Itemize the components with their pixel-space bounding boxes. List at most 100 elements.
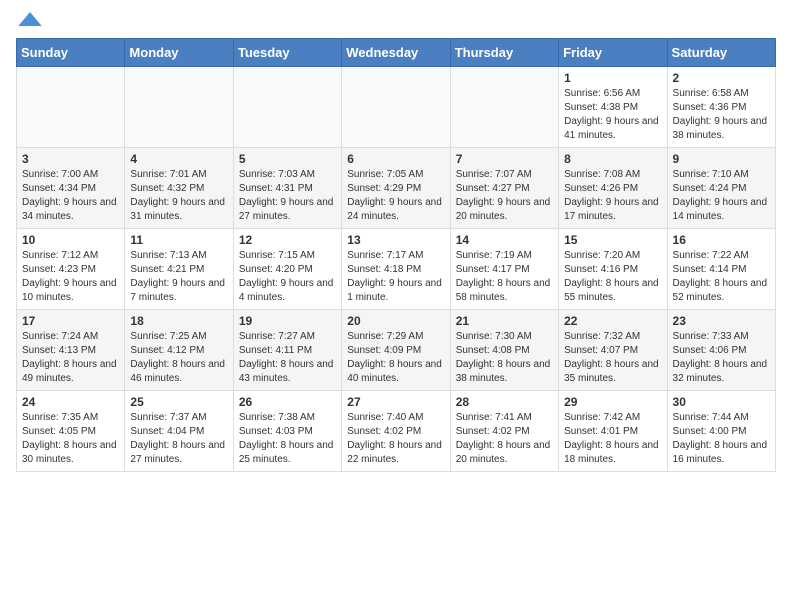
calendar-week-row: 10Sunrise: 7:12 AM Sunset: 4:23 PM Dayli…	[17, 229, 776, 310]
day-info: Sunrise: 6:56 AM Sunset: 4:38 PM Dayligh…	[564, 87, 661, 143]
calendar-week-row: 1 Sunrise: 6:56 AM Sunset: 4:38 PM Daylig…	[17, 67, 776, 148]
day-info: Sunrise: 7:10 AM Sunset: 4:24 PM Dayligh…	[673, 168, 770, 224]
day-info: Sunrise: 7:27 AM Sunset: 4:11 PM Dayligh…	[239, 330, 336, 386]
day-number: 19	[239, 314, 336, 328]
day-number: 5	[239, 152, 336, 166]
day-info: Sunrise: 7:25 AM Sunset: 4:12 PM Dayligh…	[130, 330, 227, 386]
calendar-cell: 26 Sunrise: 7:38 AM Sunset: 4:03 PM Dayli…	[233, 391, 341, 472]
logo-arrow-icon	[18, 12, 42, 26]
calendar-cell	[125, 67, 233, 148]
calendar-cell: 30Sunrise: 7:44 AM Sunset: 4:00 PM Dayli…	[667, 391, 775, 472]
calendar-cell: 25 Sunrise: 7:37 AM Sunset: 4:04 PM Dayli…	[125, 391, 233, 472]
day-info: Sunrise: 7:29 AM Sunset: 4:09 PM Dayligh…	[347, 330, 444, 386]
day-number: 4	[130, 152, 227, 166]
day-number: 29	[564, 395, 661, 409]
calendar-cell: 17Sunrise: 7:24 AM Sunset: 4:13 PM Dayli…	[17, 310, 125, 391]
day-number: 30	[673, 395, 770, 409]
calendar-cell: 11Sunrise: 7:13 AM Sunset: 4:21 PM Dayli…	[125, 229, 233, 310]
calendar-cell: 3 Sunrise: 7:00 AM Sunset: 4:34 PM Daylig…	[17, 148, 125, 229]
calendar-cell: 19 Sunrise: 7:27 AM Sunset: 4:11 PM Dayli…	[233, 310, 341, 391]
day-info: Sunrise: 7:42 AM Sunset: 4:01 PM Dayligh…	[564, 411, 661, 467]
day-info: Sunrise: 7:08 AM Sunset: 4:26 PM Dayligh…	[564, 168, 661, 224]
day-of-week-header: Tuesday	[233, 39, 341, 67]
logo	[16, 16, 42, 26]
calendar-cell: 21 Sunrise: 7:30 AM Sunset: 4:08 PM Dayli…	[450, 310, 558, 391]
calendar-cell: 29 Sunrise: 7:42 AM Sunset: 4:01 PM Dayli…	[559, 391, 667, 472]
day-number: 21	[456, 314, 553, 328]
calendar-cell	[450, 67, 558, 148]
calendar-cell: 28 Sunrise: 7:41 AM Sunset: 4:02 PM Dayli…	[450, 391, 558, 472]
day-number: 7	[456, 152, 553, 166]
day-info: Sunrise: 7:30 AM Sunset: 4:08 PM Dayligh…	[456, 330, 553, 386]
day-info: Sunrise: 7:33 AM Sunset: 4:06 PM Dayligh…	[673, 330, 770, 386]
day-number: 16	[673, 233, 770, 247]
day-of-week-header: Sunday	[17, 39, 125, 67]
day-info: Sunrise: 7:37 AM Sunset: 4:04 PM Dayligh…	[130, 411, 227, 467]
calendar-table: SundayMondayTuesdayWednesdayThursdayFrid…	[16, 38, 776, 472]
day-info: Sunrise: 7:35 AM Sunset: 4:05 PM Dayligh…	[22, 411, 119, 467]
calendar-cell	[342, 67, 450, 148]
day-number: 12	[239, 233, 336, 247]
day-info: Sunrise: 7:05 AM Sunset: 4:29 PM Dayligh…	[347, 168, 444, 224]
day-info: Sunrise: 7:40 AM Sunset: 4:02 PM Dayligh…	[347, 411, 444, 467]
day-number: 1	[564, 71, 661, 85]
day-info: Sunrise: 7:03 AM Sunset: 4:31 PM Dayligh…	[239, 168, 336, 224]
calendar-cell: 18Sunrise: 7:25 AM Sunset: 4:12 PM Dayli…	[125, 310, 233, 391]
day-info: Sunrise: 7:19 AM Sunset: 4:17 PM Dayligh…	[456, 249, 553, 305]
day-number: 17	[22, 314, 119, 328]
calendar-week-row: 3 Sunrise: 7:00 AM Sunset: 4:34 PM Daylig…	[17, 148, 776, 229]
day-number: 28	[456, 395, 553, 409]
day-info: Sunrise: 7:20 AM Sunset: 4:16 PM Dayligh…	[564, 249, 661, 305]
calendar-cell: 1 Sunrise: 6:56 AM Sunset: 4:38 PM Daylig…	[559, 67, 667, 148]
day-of-week-header: Saturday	[667, 39, 775, 67]
day-info: Sunrise: 7:00 AM Sunset: 4:34 PM Dayligh…	[22, 168, 119, 224]
day-number: 11	[130, 233, 227, 247]
calendar-cell	[233, 67, 341, 148]
calendar-cell: 10Sunrise: 7:12 AM Sunset: 4:23 PM Dayli…	[17, 229, 125, 310]
day-info: Sunrise: 7:01 AM Sunset: 4:32 PM Dayligh…	[130, 168, 227, 224]
calendar-cell: 15 Sunrise: 7:20 AM Sunset: 4:16 PM Dayli…	[559, 229, 667, 310]
day-number: 3	[22, 152, 119, 166]
day-number: 24	[22, 395, 119, 409]
day-number: 27	[347, 395, 444, 409]
calendar-cell: 6 Sunrise: 7:05 AM Sunset: 4:29 PM Daylig…	[342, 148, 450, 229]
calendar-cell: 27 Sunrise: 7:40 AM Sunset: 4:02 PM Dayli…	[342, 391, 450, 472]
calendar-cell: 22 Sunrise: 7:32 AM Sunset: 4:07 PM Dayli…	[559, 310, 667, 391]
calendar-week-row: 17Sunrise: 7:24 AM Sunset: 4:13 PM Dayli…	[17, 310, 776, 391]
calendar-cell: 12Sunrise: 7:15 AM Sunset: 4:20 PM Dayli…	[233, 229, 341, 310]
calendar-cell: 13Sunrise: 7:17 AM Sunset: 4:18 PM Dayli…	[342, 229, 450, 310]
day-of-week-header: Friday	[559, 39, 667, 67]
day-number: 14	[456, 233, 553, 247]
calendar-cell: 4 Sunrise: 7:01 AM Sunset: 4:32 PM Daylig…	[125, 148, 233, 229]
calendar-cell: 7Sunrise: 7:07 AM Sunset: 4:27 PM Daylig…	[450, 148, 558, 229]
calendar-cell: 8 Sunrise: 7:08 AM Sunset: 4:26 PM Daylig…	[559, 148, 667, 229]
calendar-cell: 5 Sunrise: 7:03 AM Sunset: 4:31 PM Daylig…	[233, 148, 341, 229]
day-number: 22	[564, 314, 661, 328]
calendar-cell: 2Sunrise: 6:58 AM Sunset: 4:36 PM Daylig…	[667, 67, 775, 148]
page-header	[16, 16, 776, 26]
calendar-week-row: 24 Sunrise: 7:35 AM Sunset: 4:05 PM Dayli…	[17, 391, 776, 472]
day-info: Sunrise: 7:12 AM Sunset: 4:23 PM Dayligh…	[22, 249, 119, 305]
day-info: Sunrise: 7:32 AM Sunset: 4:07 PM Dayligh…	[564, 330, 661, 386]
day-info: Sunrise: 7:41 AM Sunset: 4:02 PM Dayligh…	[456, 411, 553, 467]
day-of-week-header: Wednesday	[342, 39, 450, 67]
calendar-header-row: SundayMondayTuesdayWednesdayThursdayFrid…	[17, 39, 776, 67]
calendar-cell: 20Sunrise: 7:29 AM Sunset: 4:09 PM Dayli…	[342, 310, 450, 391]
day-info: Sunrise: 7:38 AM Sunset: 4:03 PM Dayligh…	[239, 411, 336, 467]
day-number: 9	[673, 152, 770, 166]
day-number: 2	[673, 71, 770, 85]
day-of-week-header: Monday	[125, 39, 233, 67]
calendar-cell: 24 Sunrise: 7:35 AM Sunset: 4:05 PM Dayli…	[17, 391, 125, 472]
day-number: 6	[347, 152, 444, 166]
day-number: 8	[564, 152, 661, 166]
day-number: 25	[130, 395, 227, 409]
day-number: 23	[673, 314, 770, 328]
day-info: Sunrise: 7:22 AM Sunset: 4:14 PM Dayligh…	[673, 249, 770, 305]
day-of-week-header: Thursday	[450, 39, 558, 67]
calendar-cell: 9 Sunrise: 7:10 AM Sunset: 4:24 PM Daylig…	[667, 148, 775, 229]
calendar-cell: 16 Sunrise: 7:22 AM Sunset: 4:14 PM Dayli…	[667, 229, 775, 310]
calendar-cell	[17, 67, 125, 148]
day-number: 15	[564, 233, 661, 247]
day-number: 26	[239, 395, 336, 409]
day-info: Sunrise: 7:17 AM Sunset: 4:18 PM Dayligh…	[347, 249, 444, 305]
